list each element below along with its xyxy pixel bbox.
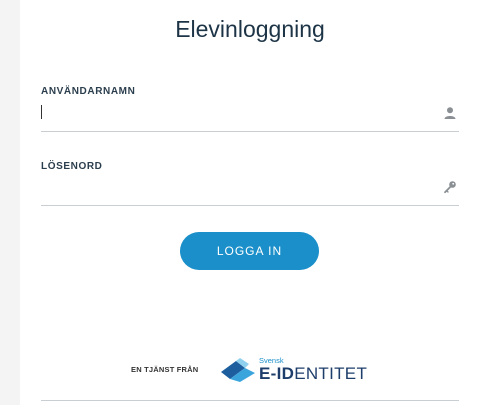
logo-text: E-IDENTITET (259, 364, 367, 384)
e-identitet-logo[interactable]: Svensk E-IDENTITET (219, 356, 369, 386)
password-label: LÖSENORD (41, 161, 103, 172)
key-icon (444, 181, 456, 194)
username-field-row (41, 100, 459, 132)
divider (41, 400, 459, 401)
username-label: ANVÄNDARNAMN (41, 86, 136, 97)
login-page: Elevinloggning ANVÄNDARNAMN LÖSENORD LOG… (0, 0, 500, 405)
footer-text: EN TJÄNST FRÅN (131, 365, 199, 374)
logo-text-rest: ENTITET (294, 364, 368, 383)
password-input[interactable] (41, 174, 431, 204)
page-title: Elevinloggning (175, 16, 325, 42)
logo-text-bold: E-ID (259, 364, 295, 383)
username-input[interactable] (41, 100, 431, 130)
password-field-row (41, 174, 459, 206)
login-button[interactable]: LOGGA IN (180, 232, 319, 270)
e-identitet-logo-icon (221, 358, 255, 382)
user-icon (444, 107, 456, 119)
footer: EN TJÄNST FRÅN Svensk E-IDENTITET (0, 356, 500, 386)
text-caret (41, 105, 42, 119)
